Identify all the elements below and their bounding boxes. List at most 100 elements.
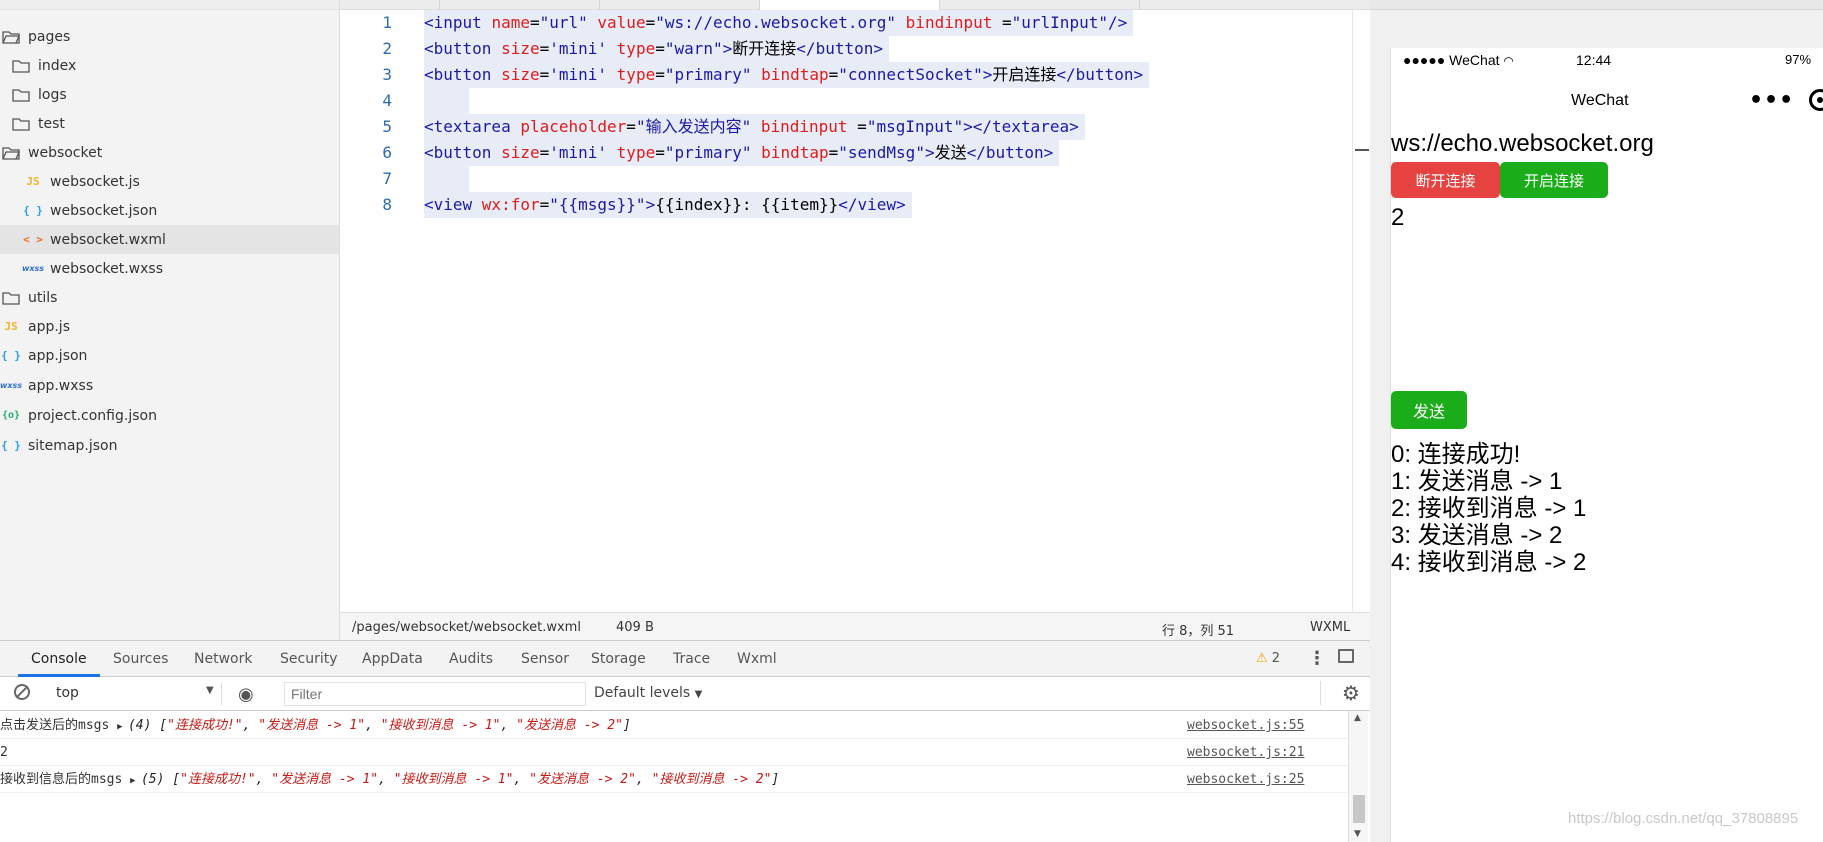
devtools-tab-audits[interactable]: Audits (449, 651, 493, 667)
array-item: "接收到消息 -> 2" (651, 772, 772, 787)
tree-item-logs[interactable]: logs (10, 80, 67, 109)
code-line[interactable]: 2 <button size='mini' type="warn">断开连接</b… (340, 36, 1352, 62)
devtools-tab-sensor[interactable]: Sensor (521, 651, 569, 667)
expand-arrow-icon[interactable]: ▶ (117, 722, 128, 732)
devtools-tab-console[interactable]: Console (31, 651, 87, 667)
console-filter-input[interactable] (284, 682, 586, 706)
expand-arrow-icon[interactable]: ▶ (130, 776, 141, 786)
code-token: 'mini' (549, 143, 617, 162)
undock-icon[interactable] (1338, 649, 1354, 663)
editor-tab[interactable] (940, 0, 1140, 10)
tree-item-app-wxss[interactable]: wxss app.wxss (0, 371, 93, 400)
scroll-down-icon[interactable]: ▼ (1354, 829, 1361, 839)
devtools-tab-network[interactable]: Network (194, 651, 252, 667)
more-menu-icon[interactable]: ••• (1749, 88, 1794, 113)
message-textarea[interactable]: 2 (1391, 204, 1404, 232)
devtools-tab-appdata[interactable]: AppData (362, 651, 423, 667)
console-log-row[interactable]: 2 websocket.js:21 (0, 740, 1350, 766)
tree-item-websocket-wxml[interactable]: < > websocket.wxml (0, 225, 339, 254)
code-token: = (655, 39, 665, 58)
file-size: 409 B (616, 620, 654, 635)
code-line[interactable]: 5 <textarea placeholder="输入发送内容" bindinpu… (340, 114, 1352, 140)
code-token: 'mini' (549, 39, 617, 58)
code-token: ></textarea> (963, 117, 1079, 136)
devtools-tab-wxml[interactable]: Wxml (737, 651, 777, 667)
log-source-link[interactable]: websocket.js:55 (1187, 713, 1304, 739)
disconnect-button[interactable]: 断开连接 (1391, 162, 1500, 198)
connect-button[interactable]: 开启连接 (1500, 162, 1608, 198)
code-token: "输入发送内容" (635, 117, 761, 136)
tree-item-app-js[interactable]: JS app.js (0, 312, 70, 341)
editor-scrollbar[interactable] (1352, 10, 1370, 612)
code-line[interactable]: 7 (340, 166, 1352, 192)
code-token: = (828, 143, 839, 162)
tree-item-utils[interactable]: utils (0, 283, 57, 312)
array-separator: , (365, 718, 381, 733)
editor-tab[interactable] (600, 0, 760, 10)
more-options-icon[interactable]: ⋮ (1308, 648, 1326, 669)
language-mode[interactable]: WXML (1310, 620, 1350, 635)
code-token: = (539, 65, 550, 84)
console-log-row[interactable]: 点击发送后的msgs ▶ (4) ["连接成功!", "发送消息 -> 1", … (0, 713, 1350, 739)
scroll-thumb[interactable] (1353, 795, 1365, 823)
folder-icon (10, 88, 32, 102)
clear-console-icon[interactable] (14, 684, 30, 700)
code-token: size (501, 65, 540, 84)
js-file-icon: JS (26, 175, 40, 188)
code-line[interactable]: 6 <button size='mini' type="primary" bind… (340, 140, 1352, 166)
code-token: type (616, 65, 656, 84)
context-select[interactable]: top ▼ (46, 683, 222, 705)
editor-tab[interactable] (340, 0, 440, 10)
code-line[interactable]: 4 (340, 88, 1352, 114)
code-line[interactable]: 1 <input name="url" value="ws://echo.webs… (340, 10, 1352, 36)
tree-item-label: sitemap.json (28, 437, 118, 454)
tree-item-test[interactable]: test (10, 109, 65, 138)
array-item: "发送消息 -> 2" (516, 718, 623, 733)
send-button[interactable]: 发送 (1391, 391, 1467, 429)
devtools-tab-security[interactable]: Security (280, 651, 338, 667)
console-scrollbar[interactable]: ▲ ▼ (1348, 711, 1368, 842)
close-miniprogram-icon[interactable] (1809, 89, 1823, 111)
code-token: "primary" (664, 65, 762, 84)
code-line[interactable]: 8 <view wx:for="{{msgs}}">{{index}}: {{it… (340, 192, 1352, 218)
editor-tab[interactable] (440, 0, 600, 10)
tree-item-app-json[interactable]: { } app.json (0, 341, 87, 370)
devtools-tab-sources[interactable]: Sources (113, 651, 168, 667)
devtools-tab-storage[interactable]: Storage (591, 651, 646, 667)
code-token: type (616, 39, 656, 58)
eye-icon[interactable]: ◉ (238, 684, 254, 705)
console-log-row[interactable]: 接收到信息后的msgs ▶ (5) ["连接成功!", "发送消息 -> 1",… (0, 767, 1350, 793)
settings-gear-icon[interactable]: ⚙ (1342, 681, 1360, 705)
warning-badge[interactable]: ⚠ 2 (1256, 651, 1280, 666)
array-item: "发送消息 -> 1" (271, 772, 379, 787)
scroll-up-icon[interactable]: ▲ (1354, 713, 1361, 723)
warning-count: 2 (1271, 651, 1281, 666)
tree-item-websocket-js[interactable]: JS websocket.js (22, 167, 139, 196)
tree-item-pages[interactable]: pages (0, 22, 70, 51)
log-source-link[interactable]: websocket.js:21 (1187, 740, 1304, 766)
devtools-tab-trace[interactable]: Trace (673, 651, 710, 667)
log-source-link[interactable]: websocket.js:25 (1187, 767, 1304, 793)
url-input[interactable]: ws://echo.websocket.org (1391, 130, 1654, 158)
tree-item-index[interactable]: index (10, 51, 76, 80)
code-token: size (501, 39, 540, 58)
sidebar-header (0, 0, 339, 10)
code-token: </button> (796, 39, 883, 58)
line-number: 4 (382, 91, 392, 110)
log-message: 接收到信息后的msgs (0, 772, 131, 787)
log-levels-select[interactable]: Default levels ▼ (594, 685, 702, 701)
code-line[interactable]: 3 <button size='mini' type="primary" bind… (340, 62, 1352, 88)
tree-item-label: websocket (28, 144, 103, 161)
tree-item-websocket-wxss[interactable]: wxss websocket.wxss (22, 254, 163, 283)
tree-item-websocket-json[interactable]: { } websocket.json (22, 196, 157, 225)
tree-item-label: test (38, 115, 65, 132)
code-editor[interactable]: 1 <input name="url" value="ws://echo.webs… (340, 10, 1352, 612)
code-token: bindtap (761, 143, 829, 162)
editor-tab-active[interactable] (760, 0, 940, 10)
watermark: https://blog.csdn.net/qq_37808895 (1568, 810, 1799, 827)
tree-item-websocket[interactable]: websocket (0, 138, 102, 167)
array-separator: , (242, 718, 259, 733)
tree-item-project-config-json[interactable]: {o} project.config.json (0, 401, 157, 430)
tree-item-sitemap-json[interactable]: { } sitemap.json (0, 431, 117, 460)
